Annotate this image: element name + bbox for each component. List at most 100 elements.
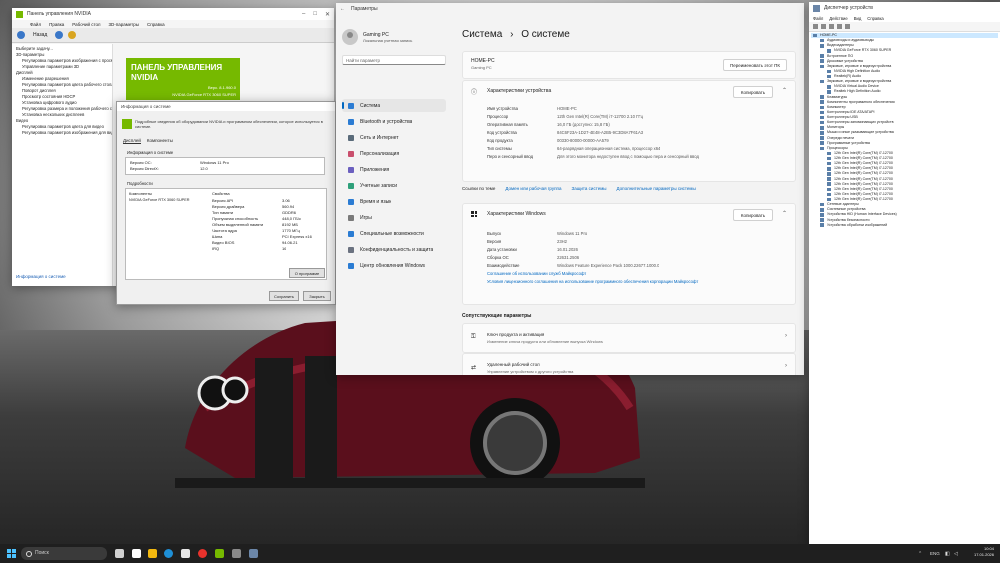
back-icon[interactable] (813, 24, 818, 29)
start-button[interactable] (7, 549, 16, 558)
clock[interactable]: 10:04 17.01.2026 (974, 546, 994, 558)
settings-gear-icon[interactable] (232, 549, 241, 558)
chevron-up-icon[interactable]: ⌃ (782, 87, 787, 94)
language-indicator[interactable]: ENG (930, 551, 940, 556)
breadcrumb: Система › О системе (462, 29, 570, 40)
nav-icon (348, 166, 354, 173)
device-icon (820, 141, 824, 145)
system-info-link[interactable]: Информация о системе (16, 274, 66, 279)
menu-help[interactable]: Справка (867, 16, 883, 21)
home-icon[interactable] (68, 31, 77, 39)
monitor-icon[interactable] (845, 24, 850, 29)
device-icon (820, 202, 824, 207)
task-link[interactable]: Регулировка параметров изображения для в… (12, 130, 112, 136)
volume-icon[interactable]: ◁ (954, 551, 958, 557)
nav-item[interactable]: Система (342, 99, 446, 112)
settings-search-input[interactable]: Найти параметр (342, 55, 446, 65)
menu-file[interactable]: Файл (813, 16, 823, 21)
system-protection-link[interactable]: Защита системы (571, 186, 606, 191)
edge-icon[interactable] (164, 549, 173, 558)
nvidia-banner: ПАНЕЛЬ УПРАВЛЕНИЯ NVIDIA Верс. 8.1.960.0… (126, 58, 240, 100)
user-card[interactable]: Gaming PC Локальная учетная запись (342, 29, 412, 45)
copy-windows-specs-button[interactable]: Копировать (733, 209, 773, 221)
help-icon[interactable] (837, 24, 842, 29)
settings-titlebar[interactable]: ← Параметры (336, 3, 804, 15)
forward-arrow-icon[interactable] (55, 31, 64, 39)
spec-name: Сборка ОС (487, 255, 509, 260)
domain-workgroup-link[interactable]: Домен или рабочая группа (505, 186, 561, 191)
pc-model: Gaming PC (471, 65, 492, 70)
menu-file[interactable]: Файл (30, 22, 41, 27)
menu-view[interactable]: Вид (854, 16, 862, 21)
key-icon: ⚿ (471, 334, 476, 340)
app-icon[interactable] (132, 549, 141, 558)
close-button[interactable]: Закрыть (303, 291, 331, 301)
copy-device-specs-button[interactable]: Копировать (733, 86, 773, 98)
nav-item[interactable]: Приложения (342, 163, 446, 176)
nav-item[interactable]: Учетные записи (342, 179, 446, 192)
dm-title: Диспетчер устройств (824, 5, 873, 11)
advanced-system-settings-link[interactable]: Дополнительные параметры системы (617, 186, 696, 191)
device-icon (827, 187, 831, 192)
related-settings-heading: Сопутствующие параметры (462, 313, 532, 319)
forward-icon[interactable] (821, 24, 826, 29)
yandex-browser-icon[interactable] (198, 549, 207, 558)
nav-item[interactable]: Конфиденциальность и защита (342, 243, 446, 256)
nvidia-icon[interactable] (215, 549, 224, 558)
dm-titlebar[interactable]: Диспетчер устройств (809, 2, 1000, 14)
taskbar-search-box[interactable]: Поиск (21, 547, 107, 560)
network-icon[interactable]: ◧ (945, 551, 950, 557)
menu-action[interactable]: Действие (829, 16, 847, 21)
properties-icon[interactable] (829, 24, 834, 29)
taskbar-search-label: Поиск (35, 550, 49, 556)
task-view-icon[interactable] (115, 549, 124, 558)
device-icon (820, 131, 824, 135)
store-icon[interactable] (181, 549, 190, 558)
menu-3d[interactable]: 3D-параметры (109, 22, 139, 27)
remote-desktop-row[interactable]: ⇄ Удаленный рабочий стол Управление устр… (462, 353, 796, 375)
chevron-up-icon[interactable]: ⌃ (782, 210, 787, 217)
menu-help[interactable]: Справка (147, 22, 165, 27)
nav-icon (348, 214, 354, 221)
nav-item[interactable]: Bluetooth и устройства (342, 115, 446, 128)
nav-item[interactable]: Центр обновления Windows (342, 259, 446, 272)
device-icon (820, 110, 824, 115)
device-icon (827, 177, 831, 181)
gpu-component-item[interactable]: NVIDIA GeForce RTX 3060 SUPER (129, 198, 209, 202)
menu-edit[interactable]: Правка (49, 22, 64, 27)
breadcrumb-parent[interactable]: Система (462, 29, 502, 40)
device-manager-icon[interactable] (249, 549, 258, 558)
menu-desktop[interactable]: Рабочий стол (72, 22, 100, 27)
nav-item[interactable]: Игры (342, 211, 446, 224)
ms-license-terms-link[interactable]: Условия лицензионного соглашения на испо… (463, 278, 795, 286)
spec-value: 84C6F23A-1D27-4E48-A2B5-9C3D8A7F61A3 (557, 130, 644, 135)
ms-services-agreement-link[interactable]: Соглашение об использовании служб Майкро… (463, 270, 795, 278)
nav-item[interactable]: Персонализация (342, 147, 446, 160)
nav-item[interactable]: Специальные возможности (342, 227, 446, 240)
device-tree-node[interactable]: Устройства обработки изображений (811, 223, 998, 228)
nav-item[interactable]: Сеть и Интернет (342, 131, 446, 144)
about-button[interactable]: О программе (289, 268, 325, 278)
save-button[interactable]: Сохранить (269, 291, 299, 301)
maximize-icon[interactable]: □ (313, 11, 317, 18)
settings-nav: Gaming PC Локальная учетная запись Найти… (336, 15, 452, 375)
cp-titlebar[interactable]: Панель управления NVIDIA – □ ✕ (12, 8, 334, 20)
tab-display[interactable]: Дисплей (123, 138, 141, 144)
back-button[interactable]: Назад (30, 31, 50, 39)
chevron-up-icon[interactable]: ⌃ (918, 551, 922, 557)
tab-components[interactable]: Компоненты (147, 138, 173, 144)
spec-row: Выпуск Windows 11 Pro (463, 230, 795, 238)
rename-pc-button[interactable]: Переименовать этот ПК (723, 59, 787, 71)
back-icon[interactable]: ← (340, 6, 345, 12)
spec-row: Код устройства 84C6F23A-1D27-4E48-A2B5-9C… (463, 129, 795, 137)
spec-row: Дата установки 16.01.2026 (463, 246, 795, 254)
file-explorer-icon[interactable] (148, 549, 157, 558)
nav-item[interactable]: Время и язык (342, 195, 446, 208)
product-key-row[interactable]: ⚿ Ключ продукта и активация Изменение кл… (462, 323, 796, 353)
back-arrow-icon[interactable] (17, 31, 25, 39)
close-icon[interactable]: ✕ (325, 11, 330, 18)
minimize-icon[interactable]: – (302, 11, 305, 18)
nav-icon (348, 198, 354, 205)
si-title: Информация о системе (117, 102, 335, 111)
device-icon (820, 54, 824, 58)
